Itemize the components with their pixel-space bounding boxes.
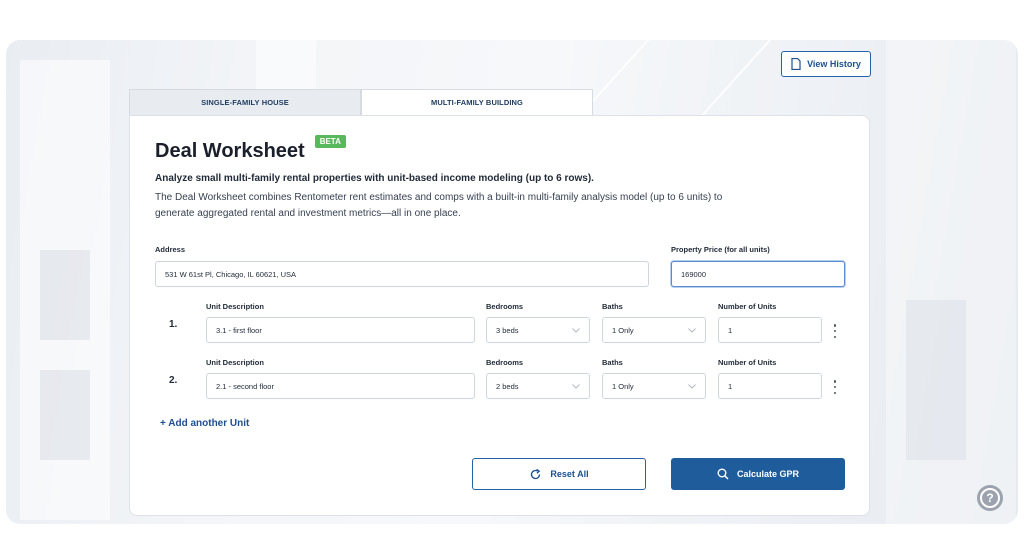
calculate-gpr-button[interactable]: Calculate GPR [671, 458, 845, 490]
kebab-menu-icon[interactable] [832, 380, 838, 394]
bedrooms-label: Bedrooms [486, 358, 524, 367]
view-history-label: View History [807, 59, 861, 69]
description-text: The Deal Worksheet combines Rentometer r… [155, 192, 723, 219]
price-input[interactable]: 169000 [671, 261, 845, 287]
baths-value: 1 Only [612, 381, 634, 391]
number-of-units-input[interactable]: 1 [718, 373, 822, 399]
unit-description-label: Unit Description [206, 302, 264, 311]
bg-window [40, 370, 90, 460]
baths-label: Baths [602, 358, 623, 367]
number-of-units-input[interactable]: 1 [718, 317, 822, 343]
chevron-down-icon [572, 383, 580, 389]
kebab-menu-icon[interactable] [832, 324, 838, 338]
bedrooms-value: 2 beds [496, 381, 519, 391]
help-glyph: ? [980, 488, 1000, 508]
chevron-down-icon [572, 327, 580, 333]
number-of-units-label: Number of Units [718, 358, 777, 367]
chevron-down-icon [688, 327, 696, 333]
tab-single-family[interactable]: SINGLE-FAMILY HOUSE [129, 89, 361, 115]
beta-badge: BETA [314, 135, 346, 148]
bg-window [40, 250, 90, 340]
bedrooms-select[interactable]: 2 beds [486, 373, 590, 399]
unit-row-number: 2. [169, 375, 178, 386]
deal-worksheet-card: Deal Worksheet BETA Analyze small multi-… [129, 115, 870, 516]
baths-value: 1 Only [612, 325, 634, 335]
unit-description-input[interactable]: 2.1 - second floor [206, 373, 475, 399]
unit-description-label: Unit Description [206, 358, 264, 367]
number-of-units-label: Number of Units [718, 302, 777, 311]
search-icon [717, 468, 729, 480]
bedrooms-value: 3 beds [496, 325, 519, 335]
baths-label: Baths [602, 302, 623, 311]
page-title: Deal Worksheet [155, 140, 305, 162]
reset-all-button[interactable]: Reset All [472, 458, 646, 490]
calculate-gpr-label: Calculate GPR [736, 469, 800, 479]
reset-icon [531, 468, 541, 479]
baths-select[interactable]: 1 Only [602, 373, 706, 399]
unit-row-number: 1. [169, 319, 178, 330]
reset-all-label: Reset All [550, 469, 589, 479]
help-icon[interactable]: ? [977, 485, 1003, 511]
title-row: Deal Worksheet BETA [155, 135, 346, 164]
property-type-tabs: SINGLE-FAMILY HOUSE MULTI-FAMILY BUILDIN… [129, 89, 593, 115]
document-icon [791, 58, 801, 70]
price-label: Property Price (for all units) [671, 245, 770, 254]
unit-description-input[interactable]: 3.1 - first floor [206, 317, 475, 343]
address-label: Address [155, 245, 186, 254]
lead-text: Analyze small multi-family rental proper… [155, 173, 594, 184]
bedrooms-select[interactable]: 3 beds [486, 317, 590, 343]
address-input[interactable]: 531 W 61st Pl, Chicago, IL 60621, USA [155, 261, 649, 287]
tab-multi-family[interactable]: MULTI-FAMILY BUILDING [361, 89, 593, 115]
baths-select[interactable]: 1 Only [602, 317, 706, 343]
chevron-down-icon [688, 383, 696, 389]
view-history-button[interactable]: View History [781, 51, 871, 77]
bedrooms-label: Bedrooms [486, 302, 524, 311]
add-unit-link[interactable]: + Add another Unit [160, 418, 249, 429]
bg-window [906, 300, 966, 460]
